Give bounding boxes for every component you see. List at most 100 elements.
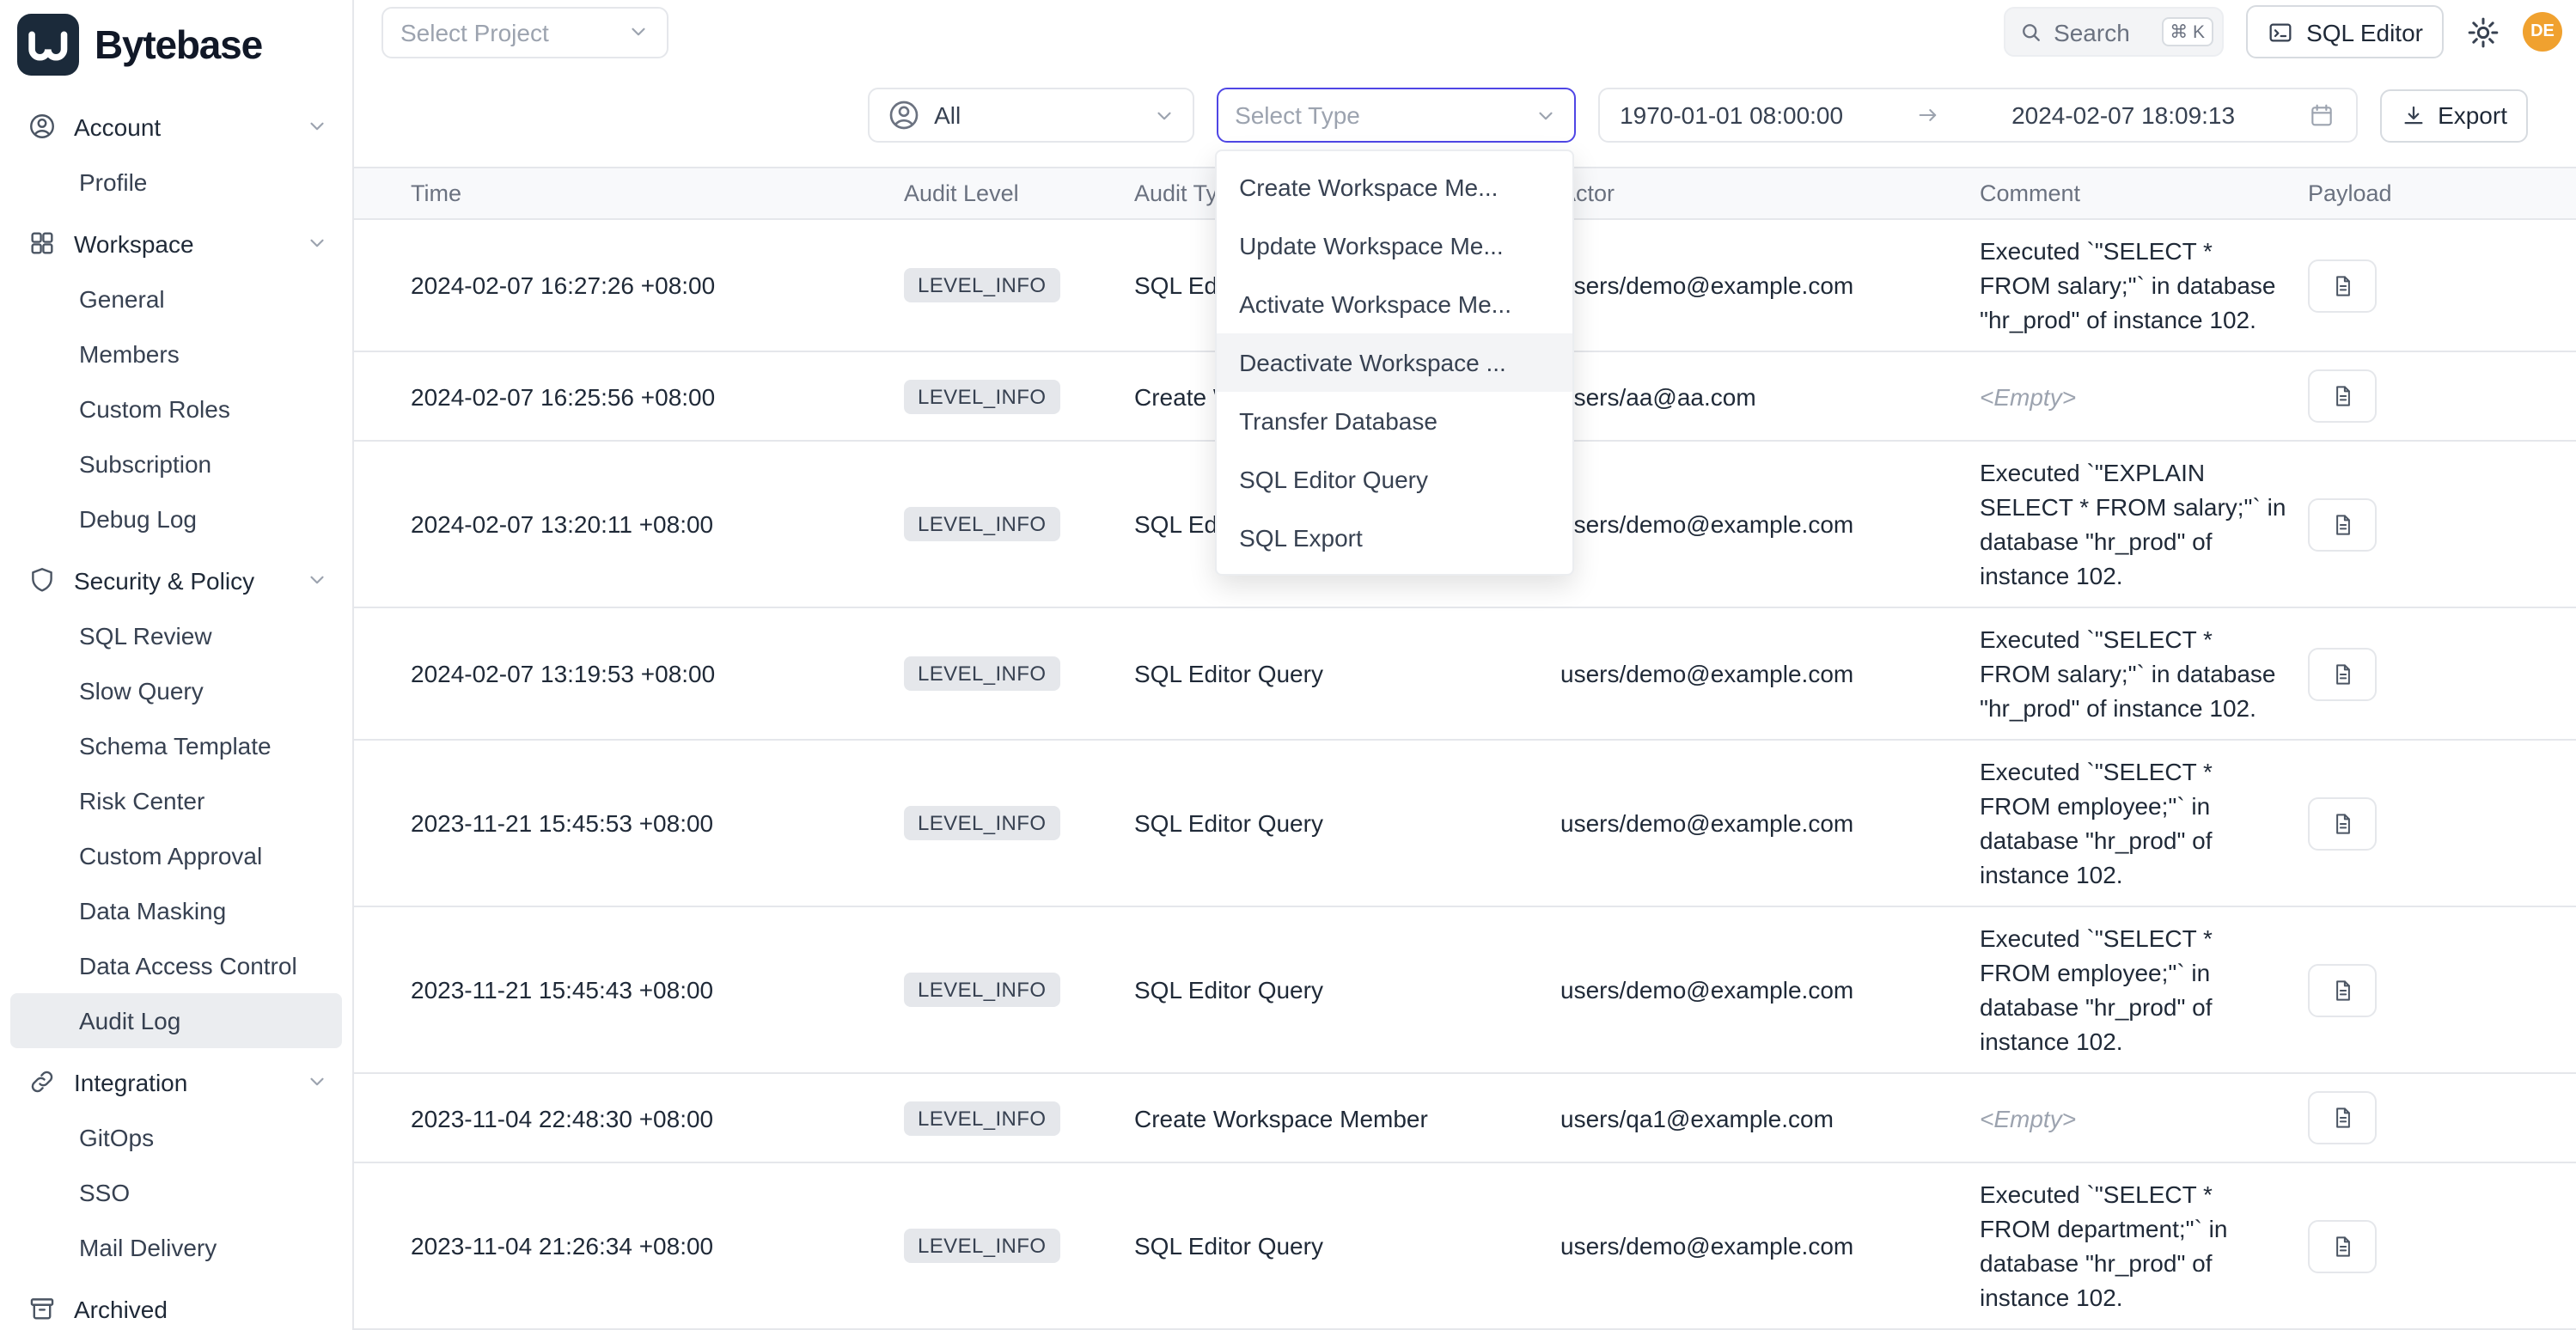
chevron-down-icon: [306, 1071, 328, 1093]
sidebar-item-schema-template[interactable]: Schema Template: [10, 718, 342, 773]
payload-button[interactable]: [2308, 647, 2377, 700]
cell-audit-type: Create Workspace Member: [1134, 1104, 1560, 1132]
user-filter-select[interactable]: All: [867, 88, 1193, 143]
dropdown-option[interactable]: SQL Editor Query: [1217, 450, 1572, 509]
shield-icon: [27, 565, 57, 595]
dropdown-option[interactable]: Activate Workspace Me...: [1217, 275, 1572, 333]
cell-actor: users/aa@aa.com: [1560, 382, 1980, 410]
payload-button[interactable]: [2308, 963, 2377, 1016]
project-select[interactable]: Select Project: [382, 6, 668, 58]
dropdown-option[interactable]: Deactivate Workspace ...: [1217, 333, 1572, 392]
sidebar-group-workspace[interactable]: Workspace: [0, 215, 352, 271]
column-header-time: Time: [354, 180, 904, 206]
sidebar-group-account[interactable]: Account: [0, 98, 352, 155]
sidebar-item-profile[interactable]: Profile: [10, 155, 342, 210]
sidebar-item-debug-log[interactable]: Debug Log: [10, 491, 342, 546]
payload-button[interactable]: [2308, 369, 2377, 423]
sidebar-item-general[interactable]: General: [10, 271, 342, 326]
cell-audit-level: LEVEL_INFO: [904, 268, 1134, 302]
type-dropdown-menu: Create Workspace Me... Update Workspace …: [1215, 149, 1574, 576]
dropdown-option[interactable]: Create Workspace Me...: [1217, 158, 1572, 217]
cell-payload: [2308, 369, 2576, 423]
column-header-actor: Actor: [1560, 180, 1980, 206]
user-circle-icon: [886, 98, 920, 132]
payload-button[interactable]: [2308, 259, 2377, 312]
cell-payload: [2308, 796, 2576, 850]
sql-editor-button[interactable]: SQL Editor: [2246, 5, 2444, 58]
export-label: Export: [2438, 101, 2507, 129]
sidebar-group-integration[interactable]: Integration: [0, 1053, 352, 1110]
sidebar: Bytebase Account Profile Workspace Gener…: [0, 0, 354, 1330]
chevron-down-icon: [306, 232, 328, 254]
sidebar-item-mail-delivery[interactable]: Mail Delivery: [10, 1220, 342, 1275]
group-label: Account: [74, 113, 161, 140]
group-label: Integration: [74, 1068, 187, 1095]
gear-icon[interactable]: [2466, 15, 2500, 49]
main-content: Select Project Search ⌘ K SQL Editor DE: [354, 0, 2576, 1330]
search-input[interactable]: Search ⌘ K: [2004, 7, 2224, 57]
brand-name: Bytebase: [95, 21, 262, 68]
dropdown-option[interactable]: Transfer Database: [1217, 392, 1572, 450]
cell-payload: [2308, 259, 2576, 312]
date-start-value: 1970-01-01 08:00:00: [1620, 101, 1843, 129]
sidebar-item-audit-log[interactable]: Audit Log: [10, 993, 342, 1048]
sidebar-item-members[interactable]: Members: [10, 326, 342, 381]
cell-audit-level: LEVEL_INFO: [904, 507, 1134, 541]
cell-actor: users/demo@example.com: [1560, 660, 1980, 687]
sidebar-item-custom-roles[interactable]: Custom Roles: [10, 381, 342, 436]
chevron-down-icon: [627, 21, 650, 43]
bytebase-app: Bytebase Account Profile Workspace Gener…: [0, 0, 2576, 1330]
cell-time: 2023-11-21 15:45:43 +08:00: [354, 976, 904, 1004]
sidebar-item-gitops[interactable]: GitOps: [10, 1110, 342, 1165]
dropdown-option[interactable]: SQL Export: [1217, 509, 1572, 567]
sidebar-item-data-access-control[interactable]: Data Access Control: [10, 938, 342, 993]
cell-audit-type: SQL Editor Query: [1134, 976, 1560, 1004]
cell-comment: Executed `"SELECT * FROM salary;"` in da…: [1980, 608, 2308, 739]
cell-payload: [2308, 1219, 2576, 1272]
chevron-down-icon: [306, 569, 328, 591]
sidebar-item-custom-approval[interactable]: Custom Approval: [10, 828, 342, 883]
sidebar-group-security-policy[interactable]: Security & Policy: [0, 552, 352, 608]
export-button[interactable]: Export: [2379, 88, 2528, 142]
cell-audit-type: SQL Editor Query: [1134, 1232, 1560, 1260]
document-icon: [2329, 383, 2355, 409]
cell-audit-type: SQL Editor Query: [1134, 809, 1560, 837]
dropdown-option[interactable]: Update Workspace Me...: [1217, 217, 1572, 275]
level-badge: LEVEL_INFO: [904, 1229, 1059, 1263]
sidebar-item-sql-review[interactable]: SQL Review: [10, 608, 342, 663]
type-filter-select[interactable]: Select Type Create Workspace Me... Updat…: [1216, 88, 1575, 143]
cell-time: 2024-02-07 13:19:53 +08:00: [354, 660, 904, 687]
payload-button[interactable]: [2308, 1219, 2377, 1272]
payload-button[interactable]: [2308, 796, 2377, 850]
cell-payload: [2308, 647, 2576, 700]
sidebar-item-risk-center[interactable]: Risk Center: [10, 773, 342, 828]
search-placeholder: Search: [2054, 18, 2130, 46]
cell-comment: Executed `"SELECT * FROM salary;"` in da…: [1980, 220, 2308, 351]
sidebar-item-slow-query[interactable]: Slow Query: [10, 663, 342, 718]
type-select-placeholder: Select Type: [1235, 101, 1360, 129]
date-end-value: 2024-02-07 18:09:13: [2011, 101, 2235, 129]
level-badge: LEVEL_INFO: [904, 656, 1059, 691]
bytebase-logo[interactable]: Bytebase: [0, 0, 352, 89]
filter-row: All Select Type Create Workspace Me... U…: [354, 64, 2576, 167]
avatar[interactable]: DE: [2523, 12, 2562, 52]
workspace-grid-icon: [27, 229, 57, 258]
cell-comment: <Empty>: [1980, 1087, 2308, 1149]
chevron-down-icon: [1152, 104, 1175, 126]
sidebar-item-sso[interactable]: SSO: [10, 1165, 342, 1220]
payload-button[interactable]: [2308, 497, 2377, 551]
payload-button[interactable]: [2308, 1091, 2377, 1144]
level-badge: LEVEL_INFO: [904, 1101, 1059, 1135]
cell-actor: users/demo@example.com: [1560, 510, 1980, 538]
download-icon: [2400, 102, 2426, 128]
table-row: 2023-11-21 15:45:53 +08:00 LEVEL_INFO SQ…: [354, 741, 2576, 907]
cell-audit-type: SQL Editor Query: [1134, 660, 1560, 687]
cell-time: 2023-11-04 21:26:34 +08:00: [354, 1232, 904, 1260]
sidebar-item-data-masking[interactable]: Data Masking: [10, 883, 342, 938]
cell-payload: [2308, 497, 2576, 551]
date-range-picker[interactable]: 1970-01-01 08:00:00 2024-02-07 18:09:13: [1597, 88, 2357, 143]
chevron-down-icon: [306, 115, 328, 137]
sidebar-group-archived[interactable]: Archived: [0, 1280, 352, 1330]
sidebar-item-subscription[interactable]: Subscription: [10, 436, 342, 491]
sidebar-nav: Account Profile Workspace General Member…: [0, 89, 352, 1330]
